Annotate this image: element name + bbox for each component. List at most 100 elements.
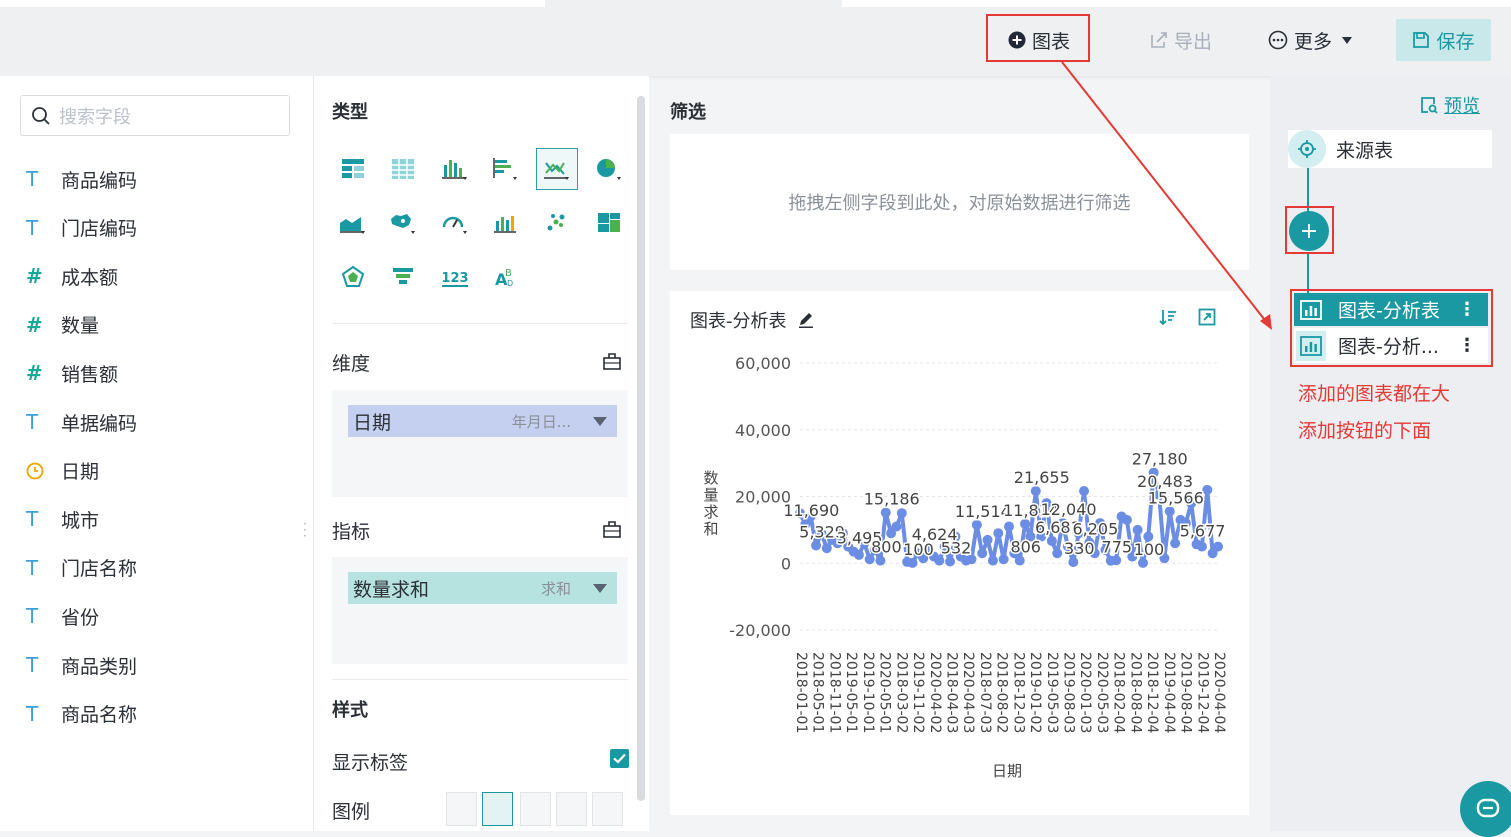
x-axis-label: 日期 <box>992 762 1022 780</box>
preview-link[interactable]: 预览 <box>1420 92 1480 118</box>
chart-type-scatter-icon[interactable] <box>536 202 578 244</box>
x-tick-label: 2018-02-04 <box>1111 652 1127 733</box>
dimension-drop-zone[interactable]: 日期 年月日... <box>332 390 628 497</box>
field-label: 商品编码 <box>61 169 138 192</box>
x-tick-label: 2019-12-04 <box>1194 652 1210 733</box>
field-label: 门店名称 <box>61 558 138 581</box>
field-item[interactable]: T 门店名称 <box>26 553 137 583</box>
legend-option-bottom[interactable] <box>592 792 623 826</box>
field-item[interactable]: T 商品名称 <box>26 699 137 729</box>
field-item[interactable]: # 销售额 <box>26 358 118 388</box>
legend-option-none[interactable] <box>446 792 477 826</box>
more-button[interactable]: 更多 <box>1268 22 1353 58</box>
data-point <box>971 519 982 530</box>
chart-type-table-icon[interactable] <box>332 148 374 190</box>
data-label: 5,677 <box>1180 521 1226 540</box>
panel-resize-handle[interactable]: · · · <box>303 518 307 542</box>
measure-settings-icon[interactable] <box>602 519 622 539</box>
text-type-icon: T <box>26 167 39 191</box>
save-icon <box>1412 31 1430 49</box>
field-label: 数量 <box>61 315 100 338</box>
filter-placeholder: 拖拽左侧字段到此处，对原始数据进行筛选 <box>788 193 1131 214</box>
show-label-checkbox[interactable] <box>610 749 629 768</box>
chart-type-bar-icon[interactable] <box>434 148 476 190</box>
y-tick-label: 40,000 <box>735 421 791 440</box>
data-point <box>1068 557 1079 568</box>
chart-type-line-icon[interactable] <box>536 148 578 190</box>
data-label: 806 <box>1010 538 1041 557</box>
x-tick-label: 2020-04-03 <box>960 652 976 733</box>
chart-type-horizontal-bar-icon[interactable] <box>484 148 526 190</box>
chat-support-button[interactable] <box>1460 781 1511 837</box>
field-item[interactable]: T 商品类别 <box>26 650 137 680</box>
chart-type-radar-icon[interactable] <box>332 256 374 298</box>
chart-type-treemap-icon[interactable] <box>588 202 630 244</box>
data-point <box>977 548 988 559</box>
field-item[interactable]: T 城市 <box>26 504 99 534</box>
chart-type-pie-icon[interactable] <box>588 148 630 190</box>
x-tick-label: 2020-05-03 <box>1094 652 1110 733</box>
tab-strip-left <box>0 0 545 7</box>
text-type-icon: T <box>26 701 39 726</box>
data-point <box>880 507 891 518</box>
filter-drop-zone[interactable]: 拖拽左侧字段到此处，对原始数据进行筛选 <box>670 134 1249 270</box>
data-point <box>1202 484 1213 495</box>
data-point <box>875 555 886 566</box>
legend-option-selected[interactable] <box>482 792 513 826</box>
source-table-node[interactable]: 来源表 <box>1288 130 1492 168</box>
chart-type-area-icon[interactable] <box>332 202 374 244</box>
chart-type-number-icon[interactable]: 123 <box>434 256 476 298</box>
chart-type-crosstab-icon[interactable] <box>382 148 424 190</box>
chart-type-funnel-icon[interactable] <box>382 256 424 298</box>
legend-option-top[interactable] <box>556 792 587 826</box>
field-item[interactable]: T 单据编码 <box>26 407 137 437</box>
data-point <box>811 540 822 551</box>
field-item[interactable]: # 数量 <box>26 310 99 340</box>
x-tick-label: 2020-01-03 <box>1077 652 1093 733</box>
data-label: 15,566 <box>1148 488 1204 507</box>
dimension-settings-icon[interactable] <box>602 351 622 371</box>
field-item[interactable]: T 门店编码 <box>26 213 137 243</box>
chart-type-map-icon[interactable] <box>382 202 424 244</box>
config-scrollbar[interactable] <box>637 96 645 801</box>
legend-title: 图例 <box>332 801 371 823</box>
chart-type-gauge-icon[interactable] <box>434 202 476 244</box>
field-item[interactable]: # 成本额 <box>26 261 118 291</box>
chart-type-combo-icon[interactable] <box>484 202 526 244</box>
annotation-line-2: 添加按钮的下面 <box>1298 420 1432 442</box>
legend-option-left[interactable] <box>520 792 551 826</box>
export-icon <box>1150 31 1168 49</box>
data-point <box>1164 506 1175 517</box>
caret-down-icon[interactable] <box>593 583 607 593</box>
data-point <box>1004 521 1014 532</box>
field-item[interactable]: T 省份 <box>26 601 99 631</box>
measure-drop-zone[interactable]: 数量求和 求和 <box>332 557 628 664</box>
measure-title: 指标 <box>332 521 371 543</box>
annotation-line-1: 添加的图表都在大 <box>1298 383 1451 405</box>
x-tick-label: 2018-05-01 <box>810 652 826 733</box>
show-label-title: 显示标签 <box>332 752 409 774</box>
y-axis-label: 和 <box>703 520 718 538</box>
search-input[interactable]: 搜索字段 <box>20 95 290 136</box>
x-tick-label: 2018-07-03 <box>977 652 993 733</box>
data-label: 11,690 <box>783 501 839 520</box>
style-section-title: 样式 <box>332 700 368 721</box>
data-label: 27,180 <box>1132 450 1188 469</box>
save-button[interactable]: 保存 <box>1396 19 1491 61</box>
field-item[interactable]: 日期 <box>26 456 99 486</box>
data-point <box>907 557 918 568</box>
config-panel: 类型 123 A B D 维度 日期 年月日... 指标 数量求和 求和 样式 … <box>313 76 649 831</box>
field-label: 门店编码 <box>61 218 138 241</box>
x-tick-label: 2018-11-01 <box>826 652 842 733</box>
text-type-icon: T <box>26 507 39 532</box>
x-tick-label: 2018-12-04 <box>1144 652 1160 733</box>
data-point <box>1079 485 1090 496</box>
chart-type-wordcloud-icon[interactable]: ABD <box>484 256 526 298</box>
field-item[interactable]: T 商品编码 <box>26 164 137 194</box>
field-label: 商品名称 <box>61 704 138 727</box>
text-type-icon: T <box>26 653 39 677</box>
export-button[interactable]: 导出 <box>1150 22 1212 58</box>
dimension-pill[interactable]: 日期 年月日... <box>348 405 617 437</box>
caret-down-icon[interactable] <box>593 416 607 426</box>
measure-pill[interactable]: 数量求和 求和 <box>348 572 617 604</box>
